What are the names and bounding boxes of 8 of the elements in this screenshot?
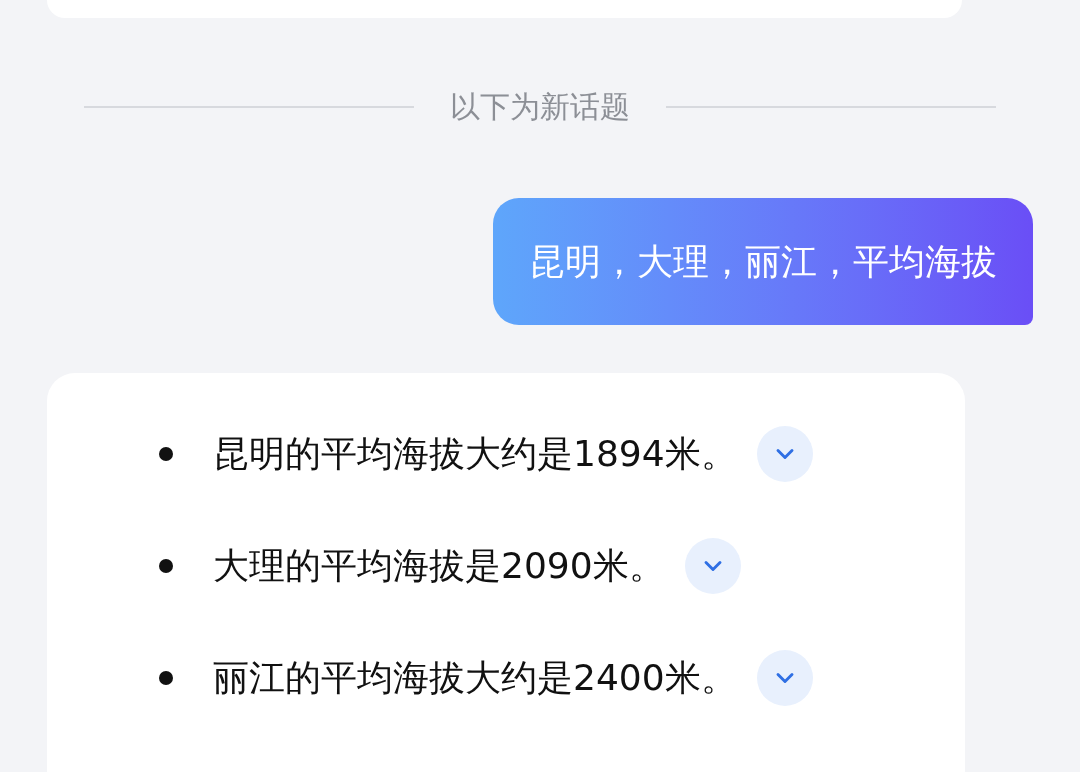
answer-text: 丽江的平均海拔大约是2400米。 [213, 655, 737, 700]
divider-label: 以下为新话题 [450, 92, 630, 122]
bullet-icon [159, 558, 173, 573]
user-message-bubble: 昆明，大理，丽江，平均海拔 [493, 198, 1033, 325]
answer-text: 大理的平均海拔是2090米。 [213, 543, 665, 588]
bullet-icon [159, 446, 173, 461]
answer-text: 昆明的平均海拔大约是1894米。 [213, 431, 737, 476]
bullet-icon [159, 670, 173, 685]
